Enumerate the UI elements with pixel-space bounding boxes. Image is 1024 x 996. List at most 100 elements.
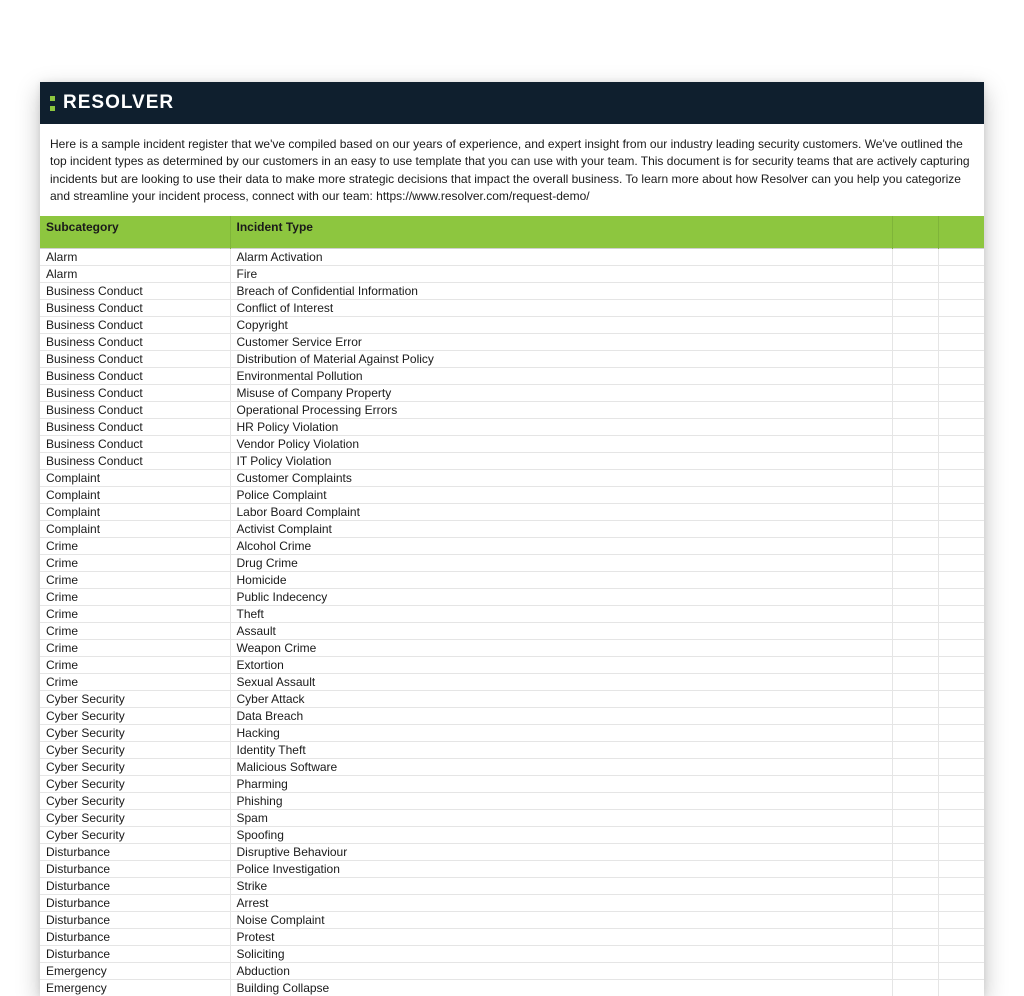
cell-empty-3 <box>892 741 938 758</box>
cell-empty-4 <box>938 248 984 265</box>
cell-incident-type: Phishing <box>230 792 892 809</box>
cell-incident-type: Customer Service Error <box>230 333 892 350</box>
cell-subcategory: Business Conduct <box>40 384 230 401</box>
cell-empty-4 <box>938 622 984 639</box>
cell-subcategory: Disturbance <box>40 860 230 877</box>
cell-incident-type: Sexual Assault <box>230 673 892 690</box>
cell-incident-type: Assault <box>230 622 892 639</box>
cell-subcategory: Crime <box>40 588 230 605</box>
cell-subcategory: Cyber Security <box>40 758 230 775</box>
cell-empty-3 <box>892 486 938 503</box>
cell-subcategory: Emergency <box>40 962 230 979</box>
cell-incident-type: Disruptive Behaviour <box>230 843 892 860</box>
cell-subcategory: Crime <box>40 673 230 690</box>
cell-empty-3 <box>892 639 938 656</box>
cell-empty-4 <box>938 401 984 418</box>
cell-empty-3 <box>892 316 938 333</box>
cell-empty-3 <box>892 418 938 435</box>
cell-incident-type: Operational Processing Errors <box>230 401 892 418</box>
cell-incident-type: Alarm Activation <box>230 248 892 265</box>
cell-empty-4 <box>938 605 984 622</box>
cell-incident-type: Police Complaint <box>230 486 892 503</box>
col-header-incident-type: Incident Type <box>230 216 892 249</box>
cell-subcategory: Crime <box>40 605 230 622</box>
cell-incident-type: Spam <box>230 809 892 826</box>
table-row: Business ConductIT Policy Violation <box>40 452 984 469</box>
cell-empty-4 <box>938 418 984 435</box>
table-row: Business ConductHR Policy Violation <box>40 418 984 435</box>
cell-empty-3 <box>892 282 938 299</box>
cell-incident-type: Abduction <box>230 962 892 979</box>
cell-empty-4 <box>938 639 984 656</box>
cell-empty-4 <box>938 469 984 486</box>
cell-empty-4 <box>938 928 984 945</box>
table-row: CrimeWeapon Crime <box>40 639 984 656</box>
table-row: DisturbanceSoliciting <box>40 945 984 962</box>
table-row: Business ConductMisuse of Company Proper… <box>40 384 984 401</box>
cell-incident-type: Distribution of Material Against Policy <box>230 350 892 367</box>
cell-incident-type: Strike <box>230 877 892 894</box>
cell-subcategory: Disturbance <box>40 945 230 962</box>
cell-empty-3 <box>892 554 938 571</box>
cell-subcategory: Disturbance <box>40 877 230 894</box>
table-row: Business ConductOperational Processing E… <box>40 401 984 418</box>
cell-empty-3 <box>892 452 938 469</box>
cell-empty-4 <box>938 435 984 452</box>
cell-empty-4 <box>938 962 984 979</box>
cell-empty-4 <box>938 707 984 724</box>
cell-subcategory: Business Conduct <box>40 316 230 333</box>
table-row: ComplaintLabor Board Complaint <box>40 503 984 520</box>
brand-name: RESOLVER <box>63 92 174 114</box>
table-row: DisturbanceArrest <box>40 894 984 911</box>
cell-incident-type: Homicide <box>230 571 892 588</box>
table-row: Business ConductCopyright <box>40 316 984 333</box>
cell-incident-type: Public Indecency <box>230 588 892 605</box>
cell-incident-type: Noise Complaint <box>230 911 892 928</box>
table-row: AlarmAlarm Activation <box>40 248 984 265</box>
cell-subcategory: Cyber Security <box>40 809 230 826</box>
intro-paragraph: Here is a sample incident register that … <box>40 124 984 216</box>
cell-empty-3 <box>892 571 938 588</box>
cell-empty-4 <box>938 860 984 877</box>
cell-empty-3 <box>892 401 938 418</box>
cell-empty-4 <box>938 673 984 690</box>
cell-empty-4 <box>938 299 984 316</box>
cell-empty-3 <box>892 435 938 452</box>
cell-incident-type: Building Collapse <box>230 979 892 996</box>
cell-empty-3 <box>892 826 938 843</box>
table-row: EmergencyAbduction <box>40 962 984 979</box>
cell-subcategory: Emergency <box>40 979 230 996</box>
cell-empty-3 <box>892 265 938 282</box>
cell-empty-4 <box>938 758 984 775</box>
table-row: ComplaintActivist Complaint <box>40 520 984 537</box>
cell-subcategory: Business Conduct <box>40 333 230 350</box>
table-row: Cyber SecurityIdentity Theft <box>40 741 984 758</box>
cell-empty-4 <box>938 911 984 928</box>
cell-subcategory: Business Conduct <box>40 401 230 418</box>
cell-empty-4 <box>938 741 984 758</box>
cell-incident-type: Conflict of Interest <box>230 299 892 316</box>
cell-subcategory: Cyber Security <box>40 775 230 792</box>
cell-empty-3 <box>892 707 938 724</box>
cell-incident-type: HR Policy Violation <box>230 418 892 435</box>
cell-subcategory: Complaint <box>40 486 230 503</box>
cell-subcategory: Crime <box>40 656 230 673</box>
cell-empty-3 <box>892 673 938 690</box>
cell-empty-4 <box>938 265 984 282</box>
cell-incident-type: Arrest <box>230 894 892 911</box>
cell-empty-4 <box>938 384 984 401</box>
table-row: Cyber SecurityPhishing <box>40 792 984 809</box>
table-row: EmergencyBuilding Collapse <box>40 979 984 996</box>
table-row: CrimeHomicide <box>40 571 984 588</box>
cell-incident-type: Cyber Attack <box>230 690 892 707</box>
cell-empty-3 <box>892 911 938 928</box>
cell-incident-type: Drug Crime <box>230 554 892 571</box>
cell-empty-4 <box>938 537 984 554</box>
cell-incident-type: Weapon Crime <box>230 639 892 656</box>
header-bar: RESOLVER <box>40 82 984 124</box>
cell-empty-4 <box>938 571 984 588</box>
table-row: Business ConductConflict of Interest <box>40 299 984 316</box>
cell-subcategory: Business Conduct <box>40 452 230 469</box>
cell-empty-3 <box>892 384 938 401</box>
table-row: Business ConductCustomer Service Error <box>40 333 984 350</box>
